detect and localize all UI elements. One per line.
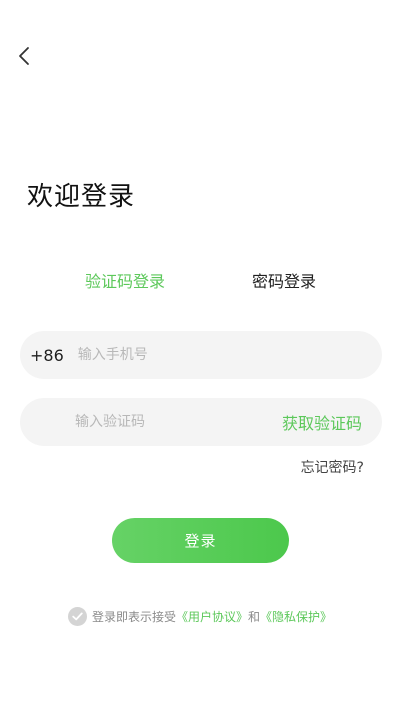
check-icon [72, 612, 83, 621]
phone-field: +86 [20, 331, 382, 379]
privacy-policy-link[interactable]: 《隐私保护》 [260, 608, 332, 625]
agreement-checkbox[interactable] [68, 607, 87, 626]
verification-code-input[interactable] [75, 398, 255, 446]
chevron-left-icon [19, 47, 29, 65]
get-code-button[interactable]: 获取验证码 [282, 410, 362, 434]
country-code-selector[interactable]: +86 [30, 346, 64, 365]
agreement-prefix: 登录即表示接受 [92, 610, 177, 624]
page-title: 欢迎登录 [27, 182, 136, 212]
login-button[interactable]: 登录 [112, 518, 289, 563]
agreement-conjunction: 和 [248, 610, 261, 624]
verification-code-field: 获取验证码 [20, 398, 382, 446]
user-agreement-link[interactable]: 《用户协议》 [176, 608, 248, 625]
tab-password-login[interactable]: 密码登录 [252, 268, 316, 292]
agreement-row: 登录即表示接受 《用户协议》 和 《隐私保护》 [68, 607, 332, 626]
login-screen: 欢迎登录 验证码登录 密码登录 +86 获取验证码 忘记密码? 登录 登录即表示… [0, 0, 400, 711]
login-tabs: 验证码登录 密码登录 [0, 268, 400, 294]
forgot-password-link[interactable]: 忘记密码? [301, 457, 364, 477]
phone-input[interactable] [77, 331, 382, 379]
tab-sms-code-login[interactable]: 验证码登录 [85, 268, 165, 292]
back-button[interactable] [12, 42, 36, 70]
